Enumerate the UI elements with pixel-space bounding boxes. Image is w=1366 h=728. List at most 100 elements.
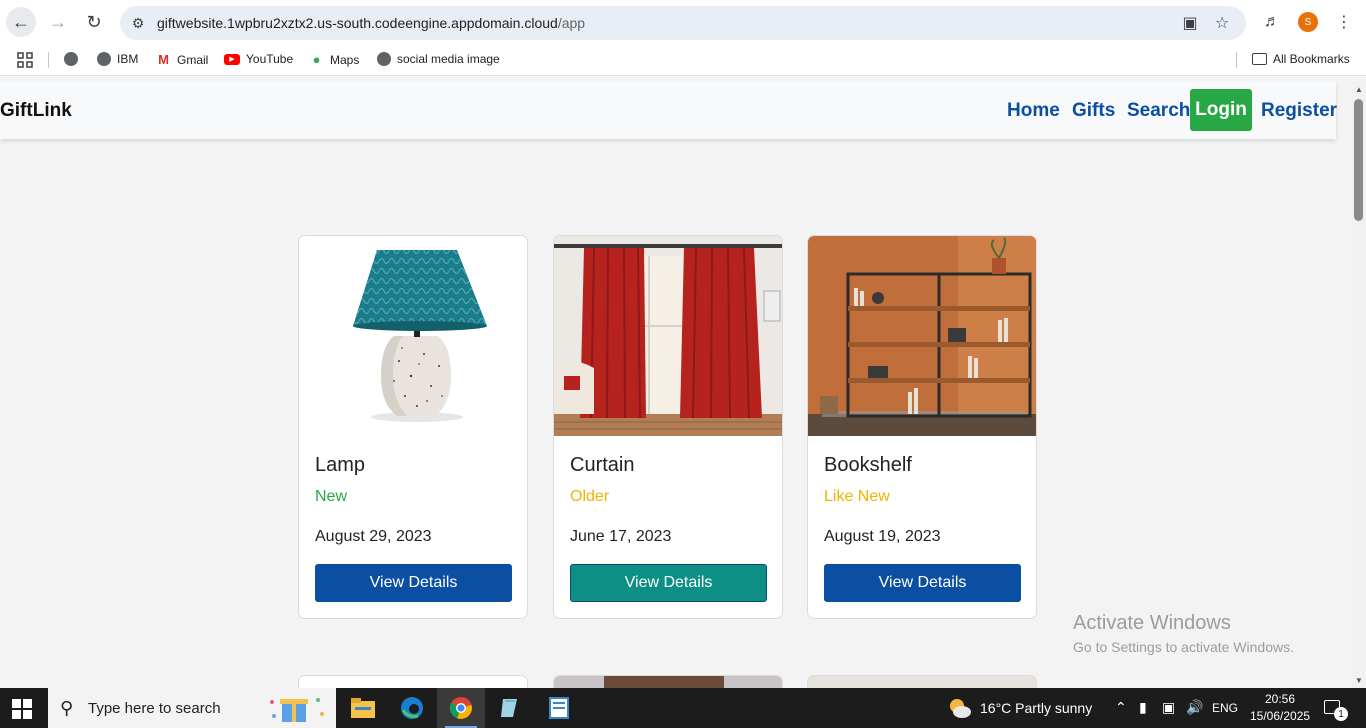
gift-card-curtain: Curtain Older June 17, 2023 View Details bbox=[553, 235, 783, 619]
scroll-up-icon[interactable]: ▲ bbox=[1354, 84, 1364, 94]
url-path: /app bbox=[557, 15, 586, 31]
youtube-icon: ▶ bbox=[224, 53, 240, 65]
url-text[interactable]: giftwebsite.1wpbru2xztx2.us-south.codeen… bbox=[157, 15, 585, 31]
edge-icon[interactable] bbox=[388, 688, 436, 728]
battery-icon[interactable]: ▮ bbox=[1139, 699, 1147, 716]
login-button[interactable]: Login bbox=[1190, 89, 1252, 131]
gift-card-partial bbox=[807, 675, 1037, 688]
bookmarks-bar: IBM M Gmail ▶ YouTube ● Maps social medi… bbox=[0, 44, 1366, 76]
activate-windows-watermark: Activate Windows Go to Settings to activ… bbox=[1073, 612, 1294, 655]
text-editor-icon[interactable] bbox=[535, 688, 583, 728]
gift-name: Lamp bbox=[315, 454, 366, 476]
scrollbar-thumb[interactable] bbox=[1354, 99, 1363, 221]
globe-icon bbox=[377, 52, 391, 66]
site-settings-icon[interactable]: ⚙ bbox=[128, 13, 148, 33]
all-bookmarks-label: All Bookmarks bbox=[1273, 52, 1350, 66]
view-details-button[interactable]: View Details bbox=[824, 564, 1021, 602]
apps-grid-icon[interactable] bbox=[17, 52, 33, 68]
taskbar-clock[interactable]: 20:56 15/06/2025 bbox=[1250, 691, 1310, 725]
search-icon: ⚲ bbox=[60, 698, 74, 718]
arrow-left-icon: ← bbox=[12, 11, 30, 32]
notepad-app-icon[interactable] bbox=[486, 688, 534, 728]
bookmark-divider bbox=[48, 52, 49, 68]
gift-card-bookshelf: Bookshelf Like New August 19, 2023 View … bbox=[807, 235, 1037, 619]
bookmark-gmail[interactable]: M Gmail bbox=[156, 52, 208, 67]
forward-button[interactable]: → bbox=[43, 7, 73, 37]
bookmark-youtube[interactable]: ▶ YouTube bbox=[224, 52, 293, 66]
lamp-image bbox=[299, 236, 527, 436]
file-explorer-icon[interactable] bbox=[339, 688, 387, 728]
install-app-icon[interactable]: ▣ bbox=[1180, 13, 1200, 33]
brand-logo[interactable]: GiftLink bbox=[0, 100, 72, 122]
nav-search-link[interactable]: Search bbox=[1127, 100, 1190, 122]
bookmark-maps[interactable]: ● Maps bbox=[309, 52, 360, 67]
partly-sunny-weather-icon[interactable] bbox=[946, 695, 972, 721]
gift-card-partial bbox=[553, 675, 783, 688]
notification-count-badge: 1 bbox=[1334, 707, 1348, 721]
nav-register-link[interactable]: Register bbox=[1261, 100, 1337, 122]
clock-date: 15/06/2025 bbox=[1250, 709, 1311, 723]
windows-taskbar: ⚲ Type here to search 16°C Partly sunny … bbox=[0, 688, 1366, 728]
nav-home-link[interactable]: Home bbox=[1007, 100, 1060, 122]
windows-start-icon[interactable] bbox=[12, 699, 32, 719]
bookmark-0[interactable] bbox=[64, 52, 78, 66]
scroll-down-icon[interactable]: ▼ bbox=[1354, 675, 1364, 685]
notification-center-icon[interactable]: 1 bbox=[1324, 698, 1348, 721]
bookmark-label: YouTube bbox=[246, 52, 294, 66]
view-details-button[interactable]: View Details bbox=[315, 564, 512, 602]
gift-date: August 19, 2023 bbox=[824, 528, 941, 545]
profile-avatar[interactable]: S bbox=[1298, 12, 1318, 32]
chevron-up-icon[interactable]: ⌃ bbox=[1115, 699, 1127, 716]
gift-card-partial bbox=[298, 675, 528, 688]
bookmark-label: IBM bbox=[117, 52, 139, 66]
bookmark-divider bbox=[1236, 52, 1237, 68]
gift-name: Bookshelf bbox=[824, 454, 912, 476]
gift-condition: Older bbox=[570, 488, 610, 505]
page-viewport: GiftLink Home Gifts Search Login Registe… bbox=[0, 81, 1352, 688]
bookmark-label: Gmail bbox=[177, 52, 209, 67]
taskbar-search-placeholder: Type here to search bbox=[88, 700, 221, 717]
gift-condition: New bbox=[315, 488, 348, 505]
chrome-icon[interactable] bbox=[437, 688, 485, 728]
url-host: giftwebsite.1wpbru2xztx2.us-south.codeen… bbox=[157, 15, 558, 31]
browser-toolbar: ← → ↻ ⚙ giftwebsite.1wpbru2xztx2.us-sout… bbox=[0, 0, 1366, 44]
bookmark-label: Maps bbox=[330, 52, 360, 67]
back-button[interactable]: ← bbox=[6, 7, 36, 37]
more-menu-icon[interactable]: ⋮ bbox=[1334, 12, 1354, 32]
bookshelf-image bbox=[808, 236, 1036, 436]
taskbar-search-box[interactable]: ⚲ Type here to search bbox=[48, 688, 336, 728]
media-control-icon[interactable]: ♬ bbox=[1262, 12, 1282, 32]
gmail-icon: M bbox=[158, 52, 169, 67]
bookmark-star-icon[interactable]: ☆ bbox=[1212, 13, 1232, 33]
globe-icon bbox=[97, 52, 111, 66]
all-bookmarks-button[interactable]: All Bookmarks bbox=[1252, 52, 1350, 66]
clock-time: 20:56 bbox=[1264, 692, 1296, 706]
folder-icon bbox=[1252, 53, 1267, 65]
gift-search-highlight-icon bbox=[270, 698, 324, 722]
maps-icon: ● bbox=[312, 52, 321, 67]
network-icon[interactable]: ▣ bbox=[1162, 699, 1175, 716]
curtain-image bbox=[554, 236, 782, 436]
weather-text[interactable]: 16°C Partly sunny bbox=[980, 700, 1092, 716]
gift-condition: Like New bbox=[824, 488, 890, 505]
app-navbar: GiftLink Home Gifts Search Login Registe… bbox=[0, 81, 1337, 139]
bookmark-social-media-image[interactable]: social media image bbox=[377, 52, 500, 66]
gift-name: Curtain bbox=[570, 454, 635, 476]
arrow-right-icon: → bbox=[49, 11, 67, 32]
gift-date: June 17, 2023 bbox=[570, 528, 672, 545]
reload-button[interactable]: ↻ bbox=[79, 7, 109, 37]
globe-icon bbox=[64, 52, 78, 66]
bookmark-label: social media image bbox=[397, 52, 500, 66]
gift-image-partial bbox=[604, 676, 724, 688]
nav-gifts-link[interactable]: Gifts bbox=[1072, 100, 1115, 122]
address-bar[interactable]: ⚙ giftwebsite.1wpbru2xztx2.us-south.code… bbox=[120, 6, 1246, 40]
volume-icon[interactable]: 🔊 bbox=[1186, 699, 1203, 716]
bookmark-ibm[interactable]: IBM bbox=[97, 52, 138, 66]
page-scrollbar[interactable]: ▲ ▼ bbox=[1352, 81, 1366, 688]
gift-date: August 29, 2023 bbox=[315, 528, 432, 545]
watermark-title: Activate Windows bbox=[1073, 612, 1231, 634]
gift-card-lamp: Lamp New August 29, 2023 View Details bbox=[298, 235, 528, 619]
language-indicator[interactable]: ENG bbox=[1212, 701, 1238, 715]
view-details-button[interactable]: View Details bbox=[570, 564, 767, 602]
watermark-subtitle: Go to Settings to activate Windows. bbox=[1073, 639, 1294, 655]
